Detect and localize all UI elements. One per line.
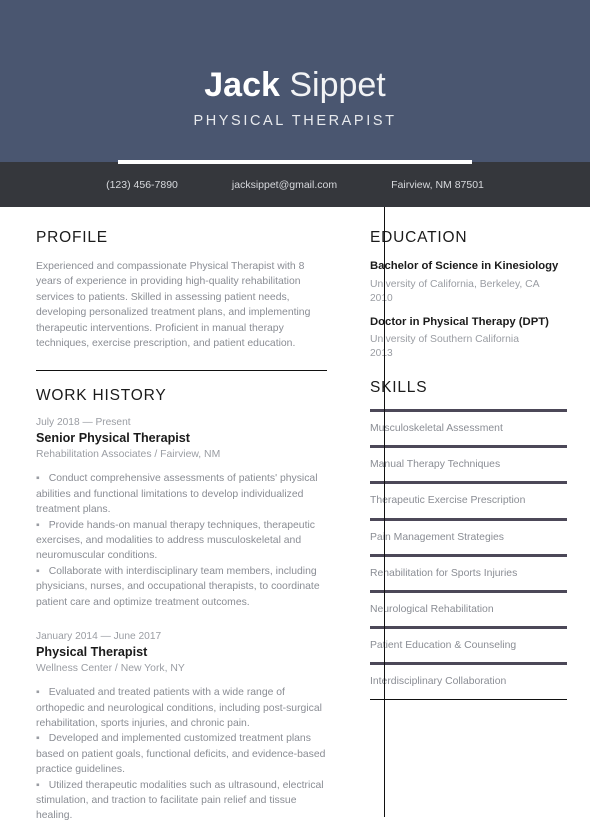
job-date: July 2018 — Present [36, 417, 131, 429]
profile-text: Experienced and compassionate Physical T… [36, 261, 311, 350]
first-name: Jack [204, 66, 280, 104]
contact-phone[interactable]: (123) 456-7890 [106, 179, 178, 191]
job-bullet-list: ▪ Evaluated and treated patients with a w… [36, 685, 327, 824]
job-spacer [36, 612, 327, 631]
skill-item: Interdisciplinary Collaboration [370, 662, 567, 689]
job-bullet-text: Provide hands-on manual therapy techniqu… [36, 519, 315, 562]
skill-label: Interdisciplinary Collaboration [370, 676, 507, 688]
education-year: 2013 [370, 348, 393, 359]
resume-header: Jack Sippet PHYSICAL THERAPIST [0, 0, 590, 164]
education-item: Doctor in Physical Therapy (DPT) Univers… [370, 315, 567, 360]
job-company: Rehabilitation Associates / Fairview, NM [36, 449, 221, 461]
skill-item: Manual Therapy Techniques [370, 445, 567, 472]
section-divider-rule [36, 370, 327, 372]
job-bullet: ▪ Utilized therapeutic modalities such as… [36, 778, 327, 824]
job-role: Physical Therapist [36, 645, 148, 660]
skill-label: Therapeutic Exercise Prescription [370, 495, 526, 507]
education-school: University of Southern California [370, 334, 520, 345]
profile-heading: PROFILE [36, 229, 108, 246]
job-bullet: ▪ Conduct comprehensive assessments of pa… [36, 471, 327, 517]
skill-divider-bar [370, 517, 567, 521]
candidate-name: Jack Sippet [204, 66, 386, 104]
job-bullet: ▪ Collaborate with interdisciplinary team… [36, 564, 327, 610]
job-bullet: ▪ Developed and implemented customized tr… [36, 731, 327, 777]
education-school: University of California, Berkeley, CA [370, 278, 540, 290]
job-bullet-text: Utilized therapeutic modalities such as … [36, 779, 324, 822]
skill-item: Rehabilitation for Sports Injuries [370, 553, 567, 581]
bullet-icon: ▪ [36, 779, 40, 791]
skill-divider-bar [370, 626, 567, 630]
resume-page: Jack Sippet PHYSICAL THERAPIST (123) 456… [0, 0, 590, 835]
contact-bar: (123) 456-7890 jacksippet@gmail.com Fair… [0, 162, 590, 207]
bullet-icon: ▪ [36, 687, 40, 699]
work-history-heading: WORK HISTORY [36, 387, 167, 405]
job-bullet-text: Conduct comprehensive assessments of pat… [36, 473, 318, 516]
contact-email[interactable]: jacksippet@gmail.com [232, 179, 337, 191]
job-bullet: ▪ Evaluated and treated patients with a w… [36, 685, 327, 731]
work-history-item: January 2014 — June 2017 Physical Therap… [36, 631, 327, 824]
skill-label: Rehabilitation for Sports Injuries [370, 567, 518, 579]
skill-label: Neurological Rehabilitation [370, 604, 494, 616]
header-accent-rule [118, 160, 472, 164]
resume-body: PROFILE Experienced and compassionate Ph… [0, 207, 590, 826]
job-company: Wellness Center / New York, NY [36, 663, 185, 675]
job-bullet-text: Evaluated and treated patients with a wi… [36, 687, 322, 729]
skills-end-rule [370, 698, 567, 700]
skill-divider-bar [370, 590, 567, 594]
right-column: EDUCATION Bachelor of Science in Kinesio… [349, 229, 590, 826]
column-divider [384, 207, 385, 817]
contact-location: Fairview, NM 87501 [391, 178, 484, 191]
work-history-item: July 2018 — Present Senior Physical Ther… [36, 417, 327, 610]
skill-item: Pain Management Strategies [370, 517, 567, 545]
education-degree: Doctor in Physical Therapy (DPT) [370, 315, 549, 328]
education-heading: EDUCATION [370, 229, 468, 246]
candidate-job-title: PHYSICAL THERAPIST [193, 113, 397, 129]
job-bullet-list: ▪ Conduct comprehensive assessments of pa… [36, 471, 327, 610]
skill-divider-bar [370, 553, 567, 557]
skill-item: Patient Education & Counseling [370, 626, 567, 653]
skill-item: Neurological Rehabilitation [370, 590, 567, 617]
skill-item: Musculoskeletal Assessment [370, 409, 567, 436]
last-name: Sippet [289, 66, 386, 104]
skills-heading: SKILLS [370, 379, 428, 396]
bullet-icon: ▪ [36, 519, 40, 531]
job-bullet-text: Developed and implemented customized tre… [36, 733, 326, 776]
job-role: Senior Physical Therapist [36, 431, 190, 446]
job-date: January 2014 — June 2017 [36, 631, 162, 643]
skill-label: Patient Education & Counseling [370, 640, 517, 652]
education-year: 2010 [370, 292, 393, 304]
skill-divider-bar [370, 662, 567, 666]
bullet-icon: ▪ [36, 565, 40, 577]
skill-divider-bar [370, 409, 567, 412]
bullet-icon: ▪ [36, 473, 40, 485]
education-item: Bachelor of Science in Kinesiology Unive… [370, 259, 567, 304]
skill-divider-bar [370, 445, 567, 449]
education-degree: Bachelor of Science in Kinesiology [370, 260, 559, 272]
job-bullet: ▪ Provide hands-on manual therapy techniq… [36, 518, 327, 564]
skill-label: Pain Management Strategies [370, 531, 505, 543]
job-bullet-text: Collaborate with interdisciplinary team … [36, 565, 320, 608]
skill-label: Manual Therapy Techniques [370, 459, 501, 471]
skill-divider-bar [370, 481, 567, 485]
bullet-icon: ▪ [36, 733, 40, 745]
left-column: PROFILE Experienced and compassionate Ph… [0, 229, 349, 826]
skill-label: Musculoskeletal Assessment [370, 423, 503, 434]
skill-item: Therapeutic Exercise Prescription [370, 481, 567, 508]
